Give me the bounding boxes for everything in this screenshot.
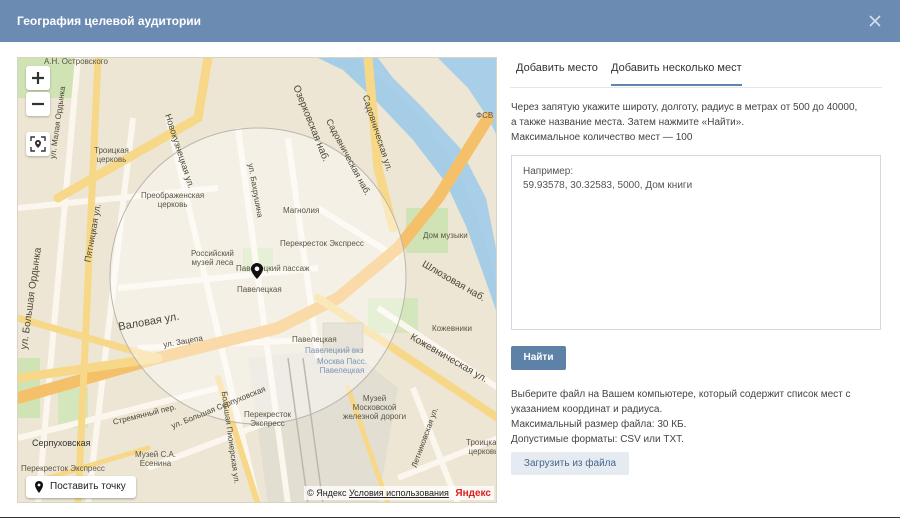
map-label-paveletskaya-metro: Павелецкая (292, 335, 337, 344)
map-label-moskva-pass: Москва Пасс. Павелецкая (317, 357, 367, 375)
file-info-line-3: Максимальный размер файла: 30 КБ. (511, 419, 687, 430)
map-label-esenin-museum: Музей С.А. Есенина (135, 450, 177, 468)
upload-file-button[interactable]: Загрузить из файла (511, 452, 629, 475)
map-label-perekrestok-3: Перекресток Экспресс (21, 464, 105, 473)
map-label-troitskaya-2: Троицкая церковь (466, 438, 497, 456)
map-label-magnolia: Магнолия (283, 206, 320, 215)
map-label-railway-museum: Музей Московской железной дороги (343, 394, 407, 421)
map-label-serpukhovskaya: Серпуховская (32, 438, 91, 448)
map-label-preobrazhenskaya: Преображенская церковь (141, 191, 205, 209)
close-icon (869, 15, 881, 27)
map-pin-icon[interactable] (251, 263, 263, 279)
attribution-copyright: © Яндекс (307, 488, 347, 498)
map-label-paveletsky-vokzal: Павелецкий вкз (305, 346, 364, 355)
map-label-dom-muzyki: Дом музыки (423, 231, 468, 240)
textarea-placeholder-line-2: 59.93578, 30.32583, 5000, Дом книги (523, 180, 693, 191)
find-button[interactable]: Найти (511, 346, 566, 370)
tab-add-multiple-places[interactable]: Добавить несколько мест (611, 62, 742, 86)
map-label-kozhevniki: Кожевники (432, 324, 472, 333)
tab-add-place[interactable]: Добавить место (516, 62, 598, 74)
tab-bar: Добавить место Добавить несколько мест (510, 58, 882, 88)
dialog-title: География целевой аудитории (17, 14, 202, 28)
file-info-line-1: Выберите файл на Вашем компьютере, котор… (511, 389, 851, 400)
minus-icon (32, 102, 44, 106)
instructions-text: Через запятую укажите широту, долготу, р… (511, 100, 883, 145)
map-label-perekrestok-2: Перекресток Экспресс (244, 410, 292, 428)
map-label-forest-museum: Российский музей леса (191, 249, 234, 267)
map-view[interactable]: А.Н. Островского Троицкая церковь Преобр… (17, 57, 497, 503)
yandex-logo: Яндекс (455, 488, 491, 499)
zoom-in-button[interactable] (26, 66, 50, 90)
location-target-icon (30, 136, 46, 152)
file-info-line-4: Допустимые форматы: CSV или TXT. (511, 434, 684, 445)
plus-icon (32, 72, 44, 84)
pin-icon (35, 481, 43, 493)
place-point-label: Поставить точку (50, 481, 126, 492)
map-label-troitskaya: Троицкая церковь (94, 146, 129, 164)
terms-link[interactable]: Условия использования (349, 488, 449, 498)
close-button[interactable] (862, 8, 888, 34)
map-label-paveletskaya: Павелецкая (237, 285, 282, 294)
instructions-line-3: Максимальное количество мест — 100 (511, 132, 693, 143)
locate-button[interactable] (26, 132, 50, 156)
place-point-button[interactable]: Поставить точку (26, 476, 136, 498)
map-label-ostrovskogo: А.Н. Островского (44, 57, 108, 66)
instructions-line-1: Через запятую укажите широту, долготу, р… (511, 102, 858, 113)
map-label-perekrestok-1: Перекресток Экспресс (280, 239, 364, 248)
places-textarea[interactable]: Например: 59.93578, 30.32583, 5000, Дом … (511, 155, 881, 330)
bottom-divider (0, 517, 900, 521)
instructions-line-2: а также название места. Затем нажмите «Н… (511, 117, 745, 128)
map-attribution: © Яндекс Условия использования Яндекс (304, 486, 494, 500)
map-label-fsv: ФСВ (476, 111, 494, 120)
file-info-line-2: указанием координат и радиуса. (511, 404, 663, 415)
textarea-placeholder-line-1: Например: (523, 166, 574, 177)
map-label-paveletsky-passage: Павелецкий пассаж (236, 264, 310, 273)
file-info-text: Выберите файл на Вашем компьютере, котор… (511, 387, 883, 447)
zoom-out-button[interactable] (26, 92, 50, 116)
dialog-header: География целевой аудитории (0, 0, 900, 42)
